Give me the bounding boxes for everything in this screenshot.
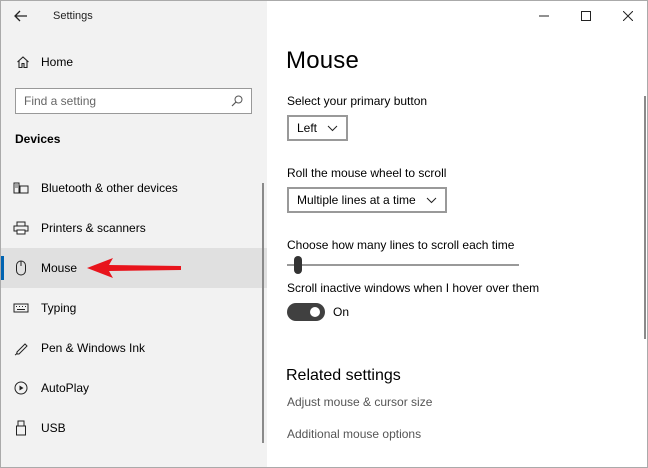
- sidebar-item-label: Pen & Windows Ink: [41, 341, 146, 355]
- slider-thumb[interactable]: [294, 256, 302, 274]
- search-icon: [231, 95, 243, 107]
- close-icon: [623, 11, 633, 21]
- keyboard-icon: [11, 302, 31, 314]
- main-scrollbar[interactable]: [644, 96, 646, 339]
- sidebar-item-label: Printers & scanners: [41, 221, 146, 235]
- page-title: Mouse: [286, 47, 360, 74]
- section-title: Devices: [15, 132, 61, 146]
- sidebar-item-label: Bluetooth & other devices: [41, 181, 178, 195]
- back-button[interactable]: [1, 1, 41, 31]
- sidebar-item-pen[interactable]: Pen & Windows Ink: [1, 328, 267, 368]
- scroll-wheel-dropdown[interactable]: Multiple lines at a time: [287, 187, 447, 213]
- pen-icon: [11, 340, 31, 356]
- window-controls: [523, 1, 647, 31]
- scroll-wheel-label: Roll the mouse wheel to scroll: [287, 166, 447, 180]
- toggle-knob: [310, 307, 320, 317]
- scroll-wheel-value: Multiple lines at a time: [297, 193, 416, 207]
- home-label: Home: [41, 55, 74, 69]
- title-bar: Settings: [1, 1, 267, 31]
- inactive-scroll-label: Scroll inactive windows when I hover ove…: [287, 281, 540, 295]
- settings-window: Settings Home Devices Bluetooth & other …: [0, 0, 648, 468]
- toggle-state-text: On: [333, 305, 350, 319]
- sidebar-scrollbar[interactable]: [262, 183, 264, 443]
- sidebar-nav: Bluetooth & other devices Printers & sca…: [1, 168, 267, 448]
- lines-to-scroll-label: Choose how many lines to scroll each tim…: [287, 238, 515, 252]
- sidebar-item-typing[interactable]: Typing: [1, 288, 267, 328]
- minimize-icon: [539, 15, 549, 17]
- sidebar-item-label: Mouse: [41, 261, 78, 275]
- back-arrow-icon: [14, 10, 27, 22]
- adjust-mouse-cursor-link[interactable]: Adjust mouse & cursor size: [287, 395, 432, 409]
- sidebar: Settings Home Devices Bluetooth & other …: [1, 1, 267, 467]
- inactive-scroll-toggle[interactable]: [287, 303, 325, 321]
- chevron-down-icon: [327, 125, 338, 132]
- sidebar-item-usb[interactable]: USB: [1, 408, 267, 448]
- printer-icon: [11, 221, 31, 235]
- mouse-icon: [11, 260, 31, 276]
- autoplay-icon: [11, 380, 31, 396]
- minimize-button[interactable]: [523, 1, 565, 31]
- maximize-button[interactable]: [565, 1, 607, 31]
- primary-button-label: Select your primary button: [287, 94, 428, 108]
- additional-mouse-options-link[interactable]: Additional mouse options: [287, 427, 421, 441]
- app-title: Settings: [53, 10, 93, 22]
- usb-icon: [11, 420, 31, 436]
- sidebar-item-bluetooth[interactable]: Bluetooth & other devices: [1, 168, 267, 208]
- close-button[interactable]: [607, 1, 647, 31]
- home-nav-item[interactable]: Home: [1, 45, 267, 79]
- related-settings-title: Related settings: [286, 367, 401, 384]
- slider-track: [287, 264, 519, 266]
- sidebar-item-printers[interactable]: Printers & scanners: [1, 208, 267, 248]
- search-input[interactable]: [24, 94, 214, 108]
- main-content: Mouse Select your primary button Left Ro…: [267, 1, 647, 467]
- sidebar-item-label: USB: [41, 421, 66, 435]
- sidebar-item-label: AutoPlay: [41, 381, 90, 395]
- search-box[interactable]: [15, 88, 252, 114]
- bluetooth-devices-icon: [11, 181, 31, 195]
- primary-button-dropdown[interactable]: Left: [287, 115, 349, 141]
- chevron-down-icon: [426, 197, 437, 204]
- sidebar-item-autoplay[interactable]: AutoPlay: [1, 368, 267, 408]
- maximize-icon: [581, 11, 591, 21]
- lines-to-scroll-slider[interactable]: [287, 255, 519, 275]
- annotation-arrow-icon: [87, 258, 181, 278]
- sidebar-item-label: Typing: [41, 301, 77, 315]
- home-icon: [13, 55, 33, 69]
- primary-button-value: Left: [297, 121, 318, 135]
